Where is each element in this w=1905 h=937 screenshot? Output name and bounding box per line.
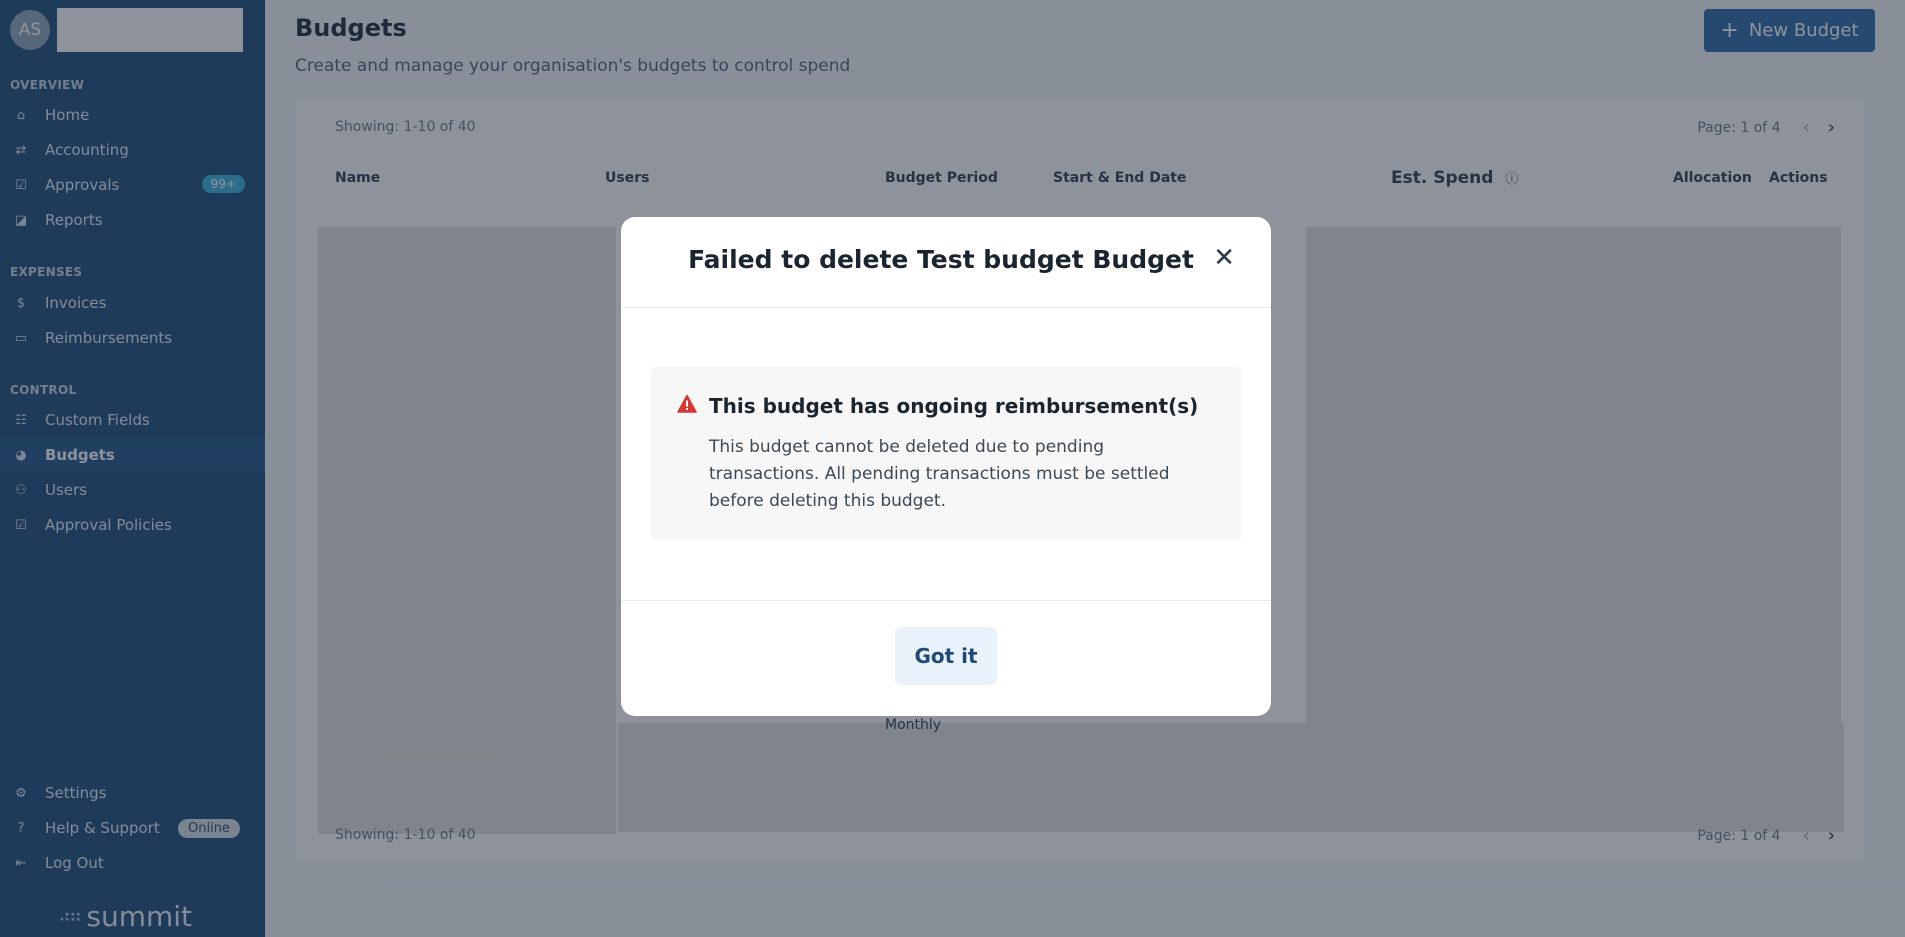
close-icon[interactable]: ✕ <box>1213 243 1235 273</box>
alert-body: This budget cannot be deleted due to pen… <box>709 437 1170 511</box>
alert-heading: This budget has ongoing reimbursement(s) <box>709 394 1199 418</box>
warning-triangle-icon <box>677 394 697 413</box>
modal-footer-divider <box>621 600 1271 601</box>
modal-header-divider <box>621 307 1271 308</box>
modal-title: Failed to delete Test budget Budget <box>688 245 1194 274</box>
warning-alert: This budget has ongoing reimbursement(s)… <box>651 367 1241 540</box>
delete-failed-modal: Failed to delete Test budget Budget ✕ Th… <box>621 217 1271 716</box>
got-it-button[interactable]: Got it <box>895 627 997 685</box>
